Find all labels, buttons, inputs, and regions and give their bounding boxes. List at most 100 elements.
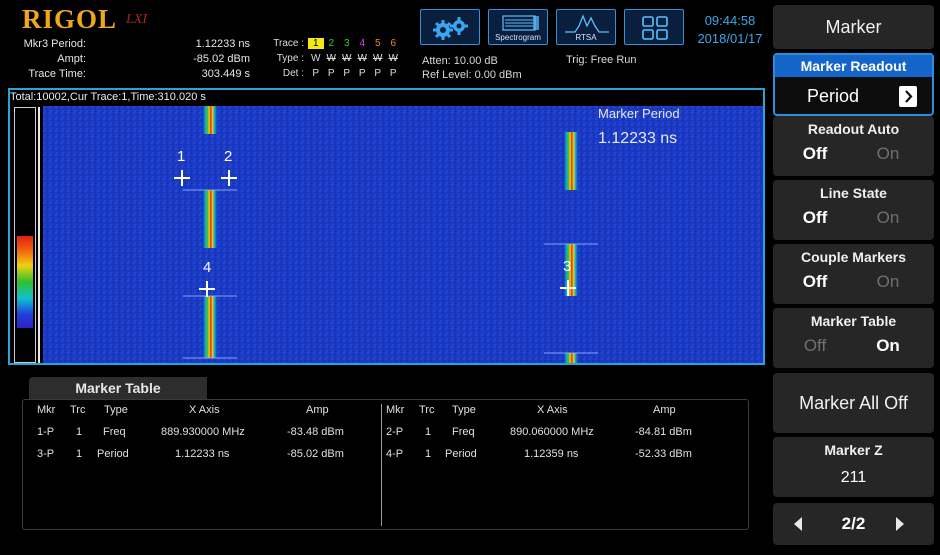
det-6: P	[389, 68, 397, 79]
marker-4-label[interactable]: 4	[203, 259, 211, 276]
cell-amp: -84.81 dBm	[635, 426, 692, 438]
cell-trc: 1	[76, 426, 83, 438]
marker-readout-softkey[interactable]: Marker Readout Period	[773, 53, 934, 116]
trace-6[interactable]: 6	[386, 38, 402, 49]
marker-z-label: Marker Z	[824, 442, 883, 458]
line-state-on[interactable]: On	[853, 208, 923, 228]
marker-readout-value: 1.12233 ns	[598, 130, 678, 147]
cell-x: 890.060000 MHz	[510, 426, 594, 438]
marker-table-softkey[interactable]: Marker Table Off On	[773, 308, 934, 368]
spectrogram-plot[interactable]: 1 2 4 3 Marker Period 1.12233 ns	[43, 106, 763, 363]
status-bar: RIGOL LXI Mkr3 Period: 1.12233 ns Ampt: …	[0, 0, 770, 88]
trace-2[interactable]: 2	[324, 38, 340, 49]
table-row[interactable]: 1-P 1 Freq 889.930000 MHz -83.48 dBm	[23, 426, 381, 448]
layout-button[interactable]	[624, 9, 684, 45]
cell-x: 1.12233 ns	[175, 448, 230, 460]
det-label: Det :	[282, 68, 304, 79]
trace-1[interactable]: 1	[308, 38, 324, 49]
det-5: P	[374, 68, 382, 79]
trace-5[interactable]: 5	[370, 38, 386, 49]
marker-table-off[interactable]: Off	[780, 336, 850, 356]
line-state-label: Line State	[820, 185, 887, 201]
cell-type: Period	[97, 448, 129, 460]
type-4: W	[357, 53, 367, 64]
cell-mkr: 2-P	[386, 426, 404, 438]
marker-table-label: Marker Table	[810, 313, 897, 329]
cell-type: Period	[445, 448, 477, 460]
col-trc: Trc	[419, 404, 435, 416]
marker-3-label[interactable]: 3	[563, 258, 571, 275]
ref-level-readout: Ref Level: 0.00 dBm	[422, 69, 522, 81]
line-state-off[interactable]: Off	[780, 208, 850, 228]
marker-2-label[interactable]: 2	[224, 148, 232, 165]
clock: 09:44:58 2018/01/17	[692, 12, 768, 48]
marker-all-off-button[interactable]: Marker All Off	[773, 373, 934, 433]
readout-auto-softkey[interactable]: Readout Auto Off On	[773, 116, 934, 176]
marker-table-on[interactable]: On	[853, 336, 923, 356]
lxi-logo: LXI	[126, 12, 147, 27]
table-row[interactable]: 4-P 1 Period 1.12359 ns -52.33 dBm	[382, 448, 748, 470]
trace-4[interactable]: 4	[355, 38, 371, 49]
color-scale	[14, 107, 36, 363]
couple-markers-softkey[interactable]: Couple Markers Off On	[773, 244, 934, 304]
trace-position-line	[38, 107, 40, 363]
marker-table: Mkr Trc Type X Axis Amp 1-P 1 Freq 889.9…	[22, 399, 749, 530]
cell-type: Freq	[103, 426, 126, 438]
marker-readout-value: Period	[807, 86, 860, 106]
spectrogram-header: Total:10002,Cur Trace:1,Time:310.020 s	[10, 91, 206, 103]
spectrogram-button[interactable]: Spectrogram	[488, 9, 548, 45]
marker-z-value: 211	[840, 469, 867, 486]
readout-auto-off[interactable]: Off	[780, 144, 850, 164]
col-trc: Trc	[70, 404, 86, 416]
cell-trc: 1	[425, 426, 432, 438]
grid-layout-icon	[642, 16, 668, 40]
marker-readout-label: Marker Readout	[775, 55, 932, 77]
readout-auto-label: Readout Auto	[807, 121, 900, 137]
cell-amp: -85.02 dBm	[287, 448, 344, 460]
couple-markers-label: Couple Markers	[800, 249, 907, 265]
type-6: W	[388, 53, 398, 64]
line-state-softkey[interactable]: Line State Off On	[773, 180, 934, 240]
page-indicator: 2/2	[841, 514, 866, 533]
marker-z-softkey[interactable]: Marker Z 211	[773, 437, 934, 497]
type-1: W	[311, 53, 321, 64]
det-4: P	[358, 68, 366, 79]
col-x-axis: X Axis	[189, 404, 220, 416]
cell-mkr: 1-P	[37, 426, 55, 438]
det-1: P	[312, 68, 320, 79]
trace-label: Trace :	[273, 38, 304, 49]
marker-period-value: 1.12233 ns	[195, 38, 250, 50]
marker-ampt-label: Ampt:	[57, 53, 86, 65]
cell-mkr: 3-P	[37, 448, 55, 460]
settings-button[interactable]	[420, 9, 480, 45]
type-3: W	[342, 53, 352, 64]
marker-readout-title: Marker Period	[598, 106, 680, 121]
gear-icon	[433, 17, 468, 40]
cell-trc: 1	[425, 448, 432, 460]
clock-time: 09:44:58	[704, 13, 756, 28]
rtsa-button[interactable]: RTSA	[556, 9, 616, 45]
table-row[interactable]: 2-P 1 Freq 890.060000 MHz -84.81 dBm	[382, 426, 748, 448]
det-3: P	[343, 68, 351, 79]
next-page-icon[interactable]	[893, 515, 907, 538]
couple-markers-on[interactable]: On	[853, 272, 923, 292]
marker-table-tab[interactable]: Marker Table	[29, 377, 207, 399]
det-2: P	[327, 68, 335, 79]
atten-readout: Atten: 10.00 dB	[422, 55, 498, 67]
trigger-readout: Trig: Free Run	[566, 54, 637, 66]
marker-all-off-label: Marker All Off	[799, 393, 908, 413]
marker-table-right: Mkr Trc Type X Axis Amp 2-P 1 Freq 890.0…	[382, 404, 748, 470]
marker-1-label[interactable]: 1	[177, 148, 185, 165]
trace-time-label: Trace Time:	[28, 68, 86, 80]
cell-type: Freq	[452, 426, 475, 438]
table-row[interactable]: 3-P 1 Period 1.12233 ns -85.02 dBm	[23, 448, 381, 470]
trace-3[interactable]: 3	[339, 38, 355, 49]
color-scale-gradient	[17, 236, 33, 328]
table-header: Mkr Trc Type X Axis Amp	[23, 404, 381, 426]
marker-ampt-value: -85.02 dBm	[193, 53, 250, 65]
spectrogram-panel: Total:10002,Cur Trace:1,Time:310.020 s 1…	[8, 88, 765, 365]
type-2: W	[326, 53, 336, 64]
spectrogram-button-label: Spectrogram	[495, 33, 541, 42]
couple-markers-off[interactable]: Off	[780, 272, 850, 292]
readout-auto-on[interactable]: On	[853, 144, 923, 164]
